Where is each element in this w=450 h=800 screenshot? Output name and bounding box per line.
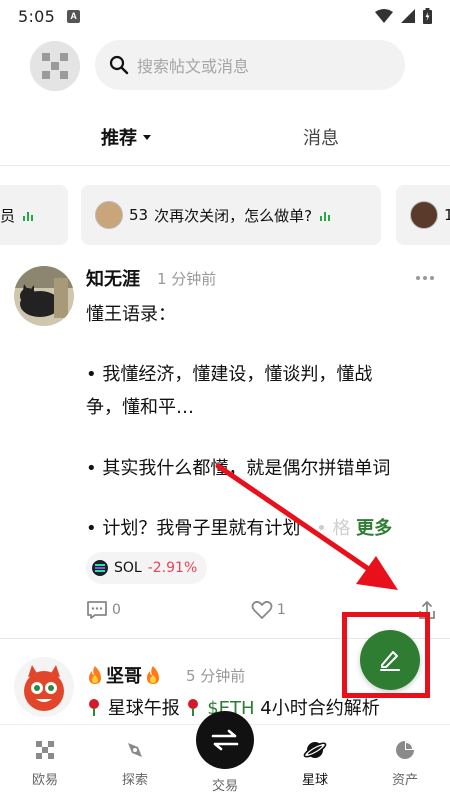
ticker-avatar <box>95 201 123 229</box>
rose-icon <box>188 699 199 716</box>
author-avatar[interactable] <box>14 657 74 717</box>
tab-recommend-label: 推荐 <box>101 128 137 149</box>
comment-button[interactable]: 0 <box>86 600 121 620</box>
token-symbol: SOL <box>114 560 142 576</box>
share-icon <box>419 600 435 619</box>
post-line: • 我懂经济，懂建设，懂谈判，懂战 <box>86 364 373 385</box>
author-avatar[interactable] <box>14 266 74 326</box>
signal-icon <box>401 9 415 23</box>
author-name[interactable]: 知无涯 <box>86 265 140 291</box>
tab-recommend[interactable]: 推荐 <box>101 124 151 150</box>
fire-icon <box>89 666 101 684</box>
more-options-icon[interactable] <box>416 276 434 280</box>
swap-arrows-icon <box>211 729 239 751</box>
ticker-count: 53 <box>129 206 149 224</box>
nav-okx[interactable]: 欧易 <box>0 739 90 788</box>
cat-avatar-icon <box>14 266 74 326</box>
trend-bars-icon <box>23 209 34 221</box>
user-avatar[interactable] <box>30 41 80 91</box>
status-time: 5:05 <box>18 6 56 26</box>
nav-planet[interactable]: 星球 <box>270 739 360 788</box>
sol-coin-icon <box>92 560 108 576</box>
heart-icon <box>251 600 273 619</box>
token-change: -2.91% <box>147 560 198 576</box>
nav-explore[interactable]: 探索 <box>90 739 180 788</box>
nav-okx-label: 欧易 <box>31 773 58 788</box>
bottom-nav: 欧易 探索 交易 星球 资产 <box>0 711 450 800</box>
ticker-text: 员 <box>0 206 16 225</box>
status-bar: 5:05 A <box>0 0 450 32</box>
tab-messages-label: 消息 <box>303 128 339 149</box>
okx-grid-icon <box>36 741 54 759</box>
search-bar[interactable]: 搜索帖文或消息 <box>95 40 405 90</box>
nav-planet-label: 星球 <box>301 773 328 788</box>
ticker-avatar <box>410 201 438 229</box>
pie-chart-icon <box>396 741 414 759</box>
nav-assets-label: 资产 <box>391 773 418 788</box>
trending-ticker-strip[interactable]: 员 53 次再次关闭，怎么做单? 1 <box>0 185 450 245</box>
post-actions: 0 1 <box>86 597 436 623</box>
wifi-icon <box>375 9 393 23</box>
trend-bars-icon <box>320 209 331 221</box>
share-button[interactable] <box>418 600 436 620</box>
battery-icon <box>423 8 432 24</box>
caret-down-icon <box>143 134 151 140</box>
expand-more-link[interactable]: 更多 <box>356 518 392 539</box>
pencil-icon <box>380 651 400 671</box>
ticker-card[interactable]: 1 <box>396 185 450 245</box>
ticker-text: 1 <box>444 206 450 224</box>
fire-icon <box>147 666 159 684</box>
comment-count: 0 <box>112 602 121 618</box>
tab-messages[interactable]: 消息 <box>303 124 339 150</box>
post-time: 5 分钟前 <box>186 667 246 685</box>
comment-icon <box>87 601 107 619</box>
token-tag[interactable]: SOL -2.91% <box>86 552 208 584</box>
author-name: 坚哥 <box>106 666 142 687</box>
post-line: 争，懂和平… <box>86 397 194 418</box>
planet-icon <box>303 742 327 758</box>
status-right-icons <box>375 8 432 24</box>
feed-tabs: 推荐 消息 <box>0 110 450 166</box>
red-creature-avatar-icon <box>14 657 74 717</box>
notification-a-icon: A <box>67 9 81 23</box>
search-placeholder: 搜索帖文或消息 <box>137 57 250 76</box>
post-line: • 其实我什么都懂，就是偶尔拼错单词 <box>86 458 391 479</box>
post-line: • 计划？我骨子里就有计划 <box>86 518 301 539</box>
like-button[interactable]: 1 <box>251 600 286 620</box>
post-line-last: • 计划？我骨子里就有计划 • 格 更多 <box>86 514 392 540</box>
nav-trade-button[interactable] <box>196 711 254 769</box>
nav-assets[interactable]: 资产 <box>360 739 450 788</box>
okx-logo-icon <box>30 41 80 91</box>
post2-suffix: 4小时合约解析 <box>254 698 380 719</box>
rose-icon <box>89 699 99 716</box>
post-time: 1 分钟前 <box>157 270 217 288</box>
like-count: 1 <box>276 602 286 618</box>
post-line: 懂王语录： <box>86 304 176 325</box>
author-name-row[interactable]: 坚哥 <box>86 662 162 688</box>
top-header: 搜索帖文或消息 <box>0 38 450 96</box>
ticker-card[interactable]: 53 次再次关闭，怎么做单? <box>81 185 381 245</box>
ticker-card[interactable]: 员 <box>0 185 68 245</box>
post-fade-text: • 格 <box>316 518 351 539</box>
ticker-text: 次再次关闭，怎么做单? <box>154 206 313 225</box>
compass-icon <box>128 743 142 757</box>
nav-trade-label: 交易 <box>211 779 238 794</box>
search-icon <box>109 55 129 75</box>
compose-post-button[interactable] <box>360 630 420 690</box>
post2-prefix: 星球午报 <box>107 698 180 719</box>
nav-explore-label: 探索 <box>121 773 148 788</box>
